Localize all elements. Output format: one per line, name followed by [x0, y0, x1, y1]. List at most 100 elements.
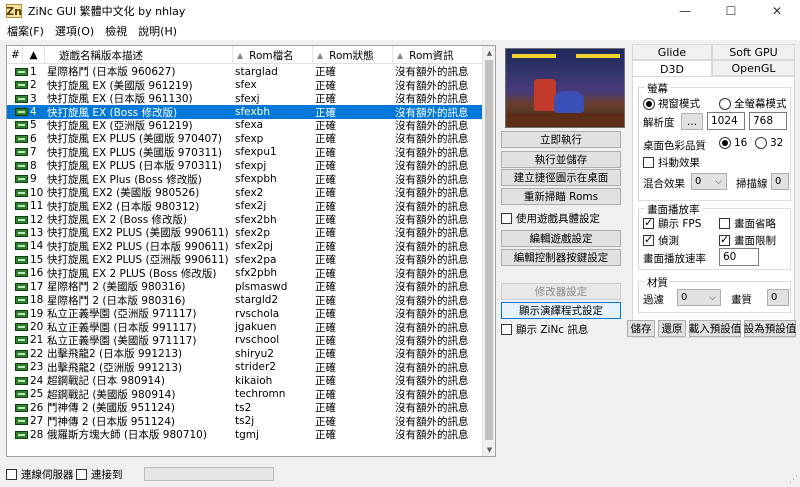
- resize-grip-icon[interactable]: ⋰: [789, 475, 798, 485]
- table-row[interactable]: 3 快打旋風 EX (日本版 961130) sfexj 正確 沒有額外的訊息: [7, 92, 483, 105]
- table-row[interactable]: 20 私立正義學園 (日本版 991117) jgakuen 正確 沒有額外的訊息: [7, 320, 483, 334]
- resolution-picker-button[interactable]: ...: [681, 113, 703, 130]
- row-rom-file: sfx2pbh: [235, 267, 278, 280]
- chip-icon: [15, 67, 28, 76]
- scroll-up-icon[interactable]: ▲: [483, 46, 495, 59]
- row-rom-file: rvschool: [235, 334, 280, 347]
- table-row[interactable]: 26 鬥神傳 2 (美國版 951124) ts2 正確 沒有額外的訊息: [7, 401, 483, 414]
- chip-icon: [15, 376, 28, 385]
- menu-file[interactable]: 檔案(F): [4, 23, 47, 39]
- chip-icon: [15, 202, 28, 211]
- tab-glide[interactable]: Glide: [632, 44, 712, 60]
- table-row[interactable]: 16 快打旋風 EX 2 PLUS (Boss 修改版) sfx2pbh 正確 沒有額外…: [7, 267, 483, 280]
- row-rom-file: techromn: [235, 388, 286, 401]
- show-fps-checkbox[interactable]: 顯示 FPS: [643, 216, 701, 231]
- menu-view[interactable]: 檢視: [102, 23, 130, 39]
- windowed-radio[interactable]: 視窗模式: [643, 96, 700, 111]
- game-list[interactable]: # ▲ 遊戲名稱版本描述 ▲ Rom檔名 ▲ Rom狀態 ▲ Rom資訊 1 星際格鬥 …: [6, 45, 496, 457]
- close-button[interactable]: ✕: [754, 0, 800, 22]
- load-defaults-button[interactable]: 載入預設值: [689, 320, 741, 337]
- menu-options[interactable]: 選項(O): [52, 23, 97, 39]
- run-now-button[interactable]: 立即執行: [501, 131, 621, 148]
- table-row[interactable]: 25 超鋼戰記 (美國版 980914) techromn 正確 沒有額外的訊息: [7, 388, 483, 401]
- row-number: 12: [30, 213, 44, 226]
- table-row[interactable]: 4 快打旋風 EX (Boss 修改版) sfexbh 正確 沒有額外的訊息: [7, 105, 483, 119]
- scanline-select[interactable]: 0: [771, 173, 789, 190]
- shake-effect-checkbox[interactable]: 抖動效果: [643, 155, 700, 170]
- table-row[interactable]: 28 俄羅斯方塊大師 (日本版 980710) tgmj 正確 沒有額外的訊息: [7, 428, 483, 441]
- frame-skip-checkbox[interactable]: 畫面省略: [719, 216, 776, 231]
- framerate-input[interactable]: 60: [719, 248, 759, 266]
- scroll-thumb[interactable]: [485, 60, 493, 440]
- table-row[interactable]: 1 星際格鬥 (日本版 960627) starglad 正確 沒有額外的訊息: [7, 65, 483, 78]
- quality-select[interactable]: 0: [767, 289, 789, 306]
- tab-opengl[interactable]: OpenGL: [712, 60, 795, 76]
- table-row[interactable]: 14 快打旋風 EX2 PLUS (日本版 990611) sfex2pj 正確 沒有額…: [7, 240, 483, 253]
- edit-game-settings-button[interactable]: 編輯遊戲設定: [501, 230, 621, 247]
- framerate-group: 畫面播放率 顯示 FPS 畫面省略 偵測 畫面限制 畫面播放速率 60: [638, 202, 791, 270]
- table-row[interactable]: 7 快打旋風 EX PLUS (美國版 970311) sfexpu1 正確 沒有額外的…: [7, 146, 483, 159]
- save-button[interactable]: 儲存: [627, 320, 655, 337]
- row-number: 27: [30, 415, 44, 428]
- table-row[interactable]: 18 星際格鬥 2 (日本版 980316) stargld2 正確 沒有額外的訊息: [7, 293, 483, 307]
- show-zinc-info-checkbox[interactable]: 顯示 ZiNc 訊息: [501, 322, 588, 337]
- table-row[interactable]: 8 快打旋風 EX PLUS (日本版 970311) sfexpj 正確 沒有額外的訊…: [7, 159, 483, 172]
- quality-label: 畫質: [731, 294, 752, 306]
- minimize-button[interactable]: —: [662, 0, 708, 22]
- show-renderer-settings-button[interactable]: 顯示演繹程式設定: [501, 302, 621, 319]
- depth-32-radio[interactable]: 32: [755, 137, 783, 149]
- row-number: 1: [30, 65, 37, 78]
- rescan-roms-button[interactable]: 重新掃瞄 Roms: [501, 188, 621, 205]
- table-row[interactable]: 5 快打旋風 EX (亞洲版 961219) sfexa 正確 沒有額外的訊息: [7, 119, 483, 132]
- table-row[interactable]: 6 快打旋風 EX PLUS (美國版 970407) sfexp 正確 沒有額外的訊息: [7, 132, 483, 145]
- table-row[interactable]: 23 出擊飛龍2 (亞洲版 991213) strider2 正確 沒有額外的訊息: [7, 361, 483, 374]
- scroll-down-icon[interactable]: ▼: [483, 443, 495, 456]
- fullscreen-radio[interactable]: 全螢幕模式: [719, 96, 787, 111]
- table-row[interactable]: 10 快打旋風 EX2 (美國版 980526) sfex2 正確 沒有額外的訊息: [7, 186, 483, 199]
- restore-button[interactable]: 還原: [658, 320, 686, 337]
- connect-to-checkbox[interactable]: 連接到: [76, 467, 123, 482]
- blend-select[interactable]: 0 ⌵: [691, 173, 727, 190]
- row-number: 21: [30, 334, 44, 347]
- resolution-height-input[interactable]: 768: [749, 112, 787, 130]
- edit-controller-keys-button[interactable]: 編輯控制器按鍵設定: [501, 249, 621, 266]
- depth-16-radio[interactable]: 16: [719, 137, 747, 149]
- table-row[interactable]: 24 超鋼戰記 (日本 980914) kikaioh 正確 沒有額外的訊息: [7, 374, 483, 387]
- modifier-settings-button[interactable]: 修改器設定: [501, 283, 621, 300]
- table-row[interactable]: 9 快打旋風 EX Plus (Boss 修改版) sfexpbh 正確 沒有額外的訊息: [7, 173, 483, 186]
- create-shortcut-button[interactable]: 建立捷徑圖示在桌面: [501, 169, 621, 186]
- table-row[interactable]: 13 快打旋風 EX2 PLUS (美國版 990611) sfex2p 正確 沒有額外…: [7, 226, 483, 239]
- header-rom-status[interactable]: ▲ Rom狀態: [313, 46, 393, 64]
- resolution-width-input[interactable]: 1024: [707, 112, 745, 130]
- tab-soft-gpu[interactable]: Soft GPU: [712, 44, 795, 60]
- table-row[interactable]: 15 快打旋風 EX2 PLUS (亞洲版 990611) sfex2pa 正確 沒有額…: [7, 253, 483, 266]
- chip-icon: [15, 269, 28, 278]
- table-row[interactable]: 27 鬥神傳 2 (日本版 951124) ts2j 正確 沒有額外的訊息: [7, 414, 483, 428]
- set-defaults-button[interactable]: 設為預設值: [744, 320, 796, 337]
- table-row[interactable]: 12 快打旋風 EX 2 (Boss 修改版) sfex2bh 正確 沒有額外的訊息: [7, 213, 483, 226]
- header-game-name[interactable]: 遊戲名稱版本描述: [45, 46, 233, 64]
- header-number[interactable]: #: [7, 46, 23, 64]
- row-number: 19: [30, 307, 44, 320]
- tab-d3d[interactable]: D3D: [632, 60, 712, 77]
- table-row[interactable]: 21 私立正義學園 (美國版 971117) rvschool 正確 沒有額外的訊息: [7, 334, 483, 347]
- row-rom-file: sfex: [235, 79, 257, 92]
- detect-checkbox[interactable]: 偵測: [643, 233, 679, 248]
- table-row[interactable]: 11 快打旋風 EX2 (日本版 980312) sfex2j 正確 沒有額外的訊息: [7, 199, 483, 213]
- sort-caret-icon[interactable]: ▲: [23, 46, 45, 64]
- use-game-settings-checkbox[interactable]: 使用遊戲具體設定: [501, 211, 600, 226]
- run-and-save-button[interactable]: 執行並儲存: [501, 151, 621, 168]
- header-rom-file[interactable]: ▲ Rom檔名: [233, 46, 313, 64]
- filter-select[interactable]: 0 ⌵: [677, 289, 721, 306]
- row-number: 14: [30, 240, 44, 253]
- list-scrollbar[interactable]: ▲ ▼: [482, 46, 495, 456]
- header-rom-info[interactable]: ▲ Rom資訊: [393, 46, 483, 64]
- maximize-button[interactable]: ☐: [708, 0, 754, 22]
- table-row[interactable]: 19 私立正義學園 (亞洲版 971117) rvschola 正確 沒有額外的訊息: [7, 307, 483, 320]
- table-row[interactable]: 17 星際格鬥 2 (美國版 980316) plsmaswd 正確 沒有額外的訊息: [7, 280, 483, 293]
- table-row[interactable]: 22 出擊飛龍2 (日本版 991213) shiryu2 正確 沒有額外的訊息: [7, 347, 483, 360]
- connect-server-checkbox[interactable]: 連線伺服器: [6, 467, 74, 482]
- frame-limit-checkbox[interactable]: 畫面限制: [719, 233, 776, 248]
- table-row[interactable]: 2 快打旋風 EX (美國版 961219) sfex 正確 沒有額外的訊息: [7, 78, 483, 92]
- menu-help[interactable]: 說明(H): [135, 23, 180, 39]
